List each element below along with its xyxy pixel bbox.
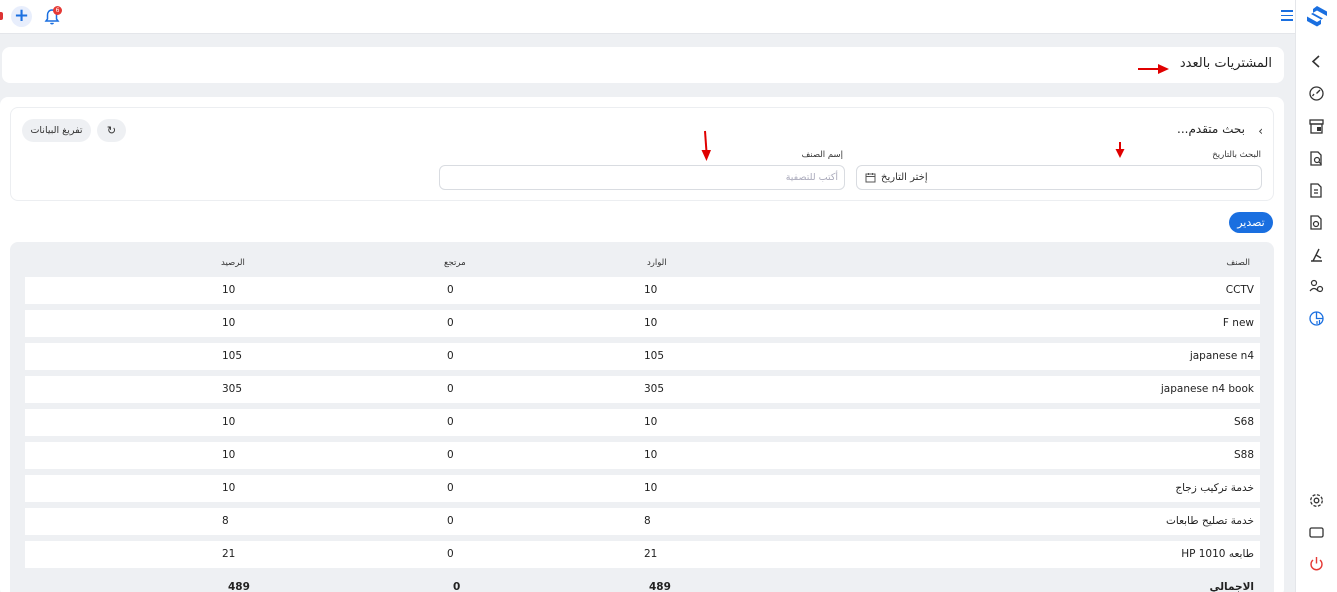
export-button[interactable]: تصدير xyxy=(1229,212,1273,233)
cell-item: S88 xyxy=(1233,449,1254,461)
sidebar xyxy=(1295,0,1337,592)
reports-icon[interactable] xyxy=(1308,310,1325,327)
totals-row: الاجمالي 489 0 489 xyxy=(25,579,1260,592)
cell-in: 10 xyxy=(644,449,658,461)
total-returned: 0 xyxy=(453,581,461,592)
page-title: المشتريات بالعدد xyxy=(1179,56,1272,71)
cell-item: خدمة تركيب زجاج xyxy=(1175,482,1254,494)
cell-item: F new xyxy=(1222,317,1254,329)
cell-item: S68 xyxy=(1233,416,1254,428)
cell-balance: 10 xyxy=(222,449,236,461)
table-row[interactable]: F new 10 0 10 xyxy=(25,310,1260,337)
clear-data-button[interactable]: تفريغ البيانات xyxy=(22,119,91,142)
store-icon[interactable] xyxy=(1308,118,1325,135)
filter-panel: ‹ بحث متقدم... البحث بالتاريخ إسم الصنف … xyxy=(10,107,1274,201)
app-logo[interactable] xyxy=(1305,5,1329,29)
title-card: المشتريات بالعدد xyxy=(2,47,1284,83)
chevron-left-icon[interactable] xyxy=(1308,53,1325,70)
cell-item: خدمة تصليح طابعات xyxy=(1165,515,1254,527)
table-row[interactable]: خدمة تصليح طابعات 8 0 8 xyxy=(25,508,1260,535)
total-label: الاجمالي xyxy=(1209,581,1254,592)
cell-returned: 0 xyxy=(447,383,454,395)
annotation-arrow-icon xyxy=(701,130,711,161)
cell-balance: 105 xyxy=(222,350,243,362)
cell-returned: 0 xyxy=(447,317,454,329)
total-balance: 489 xyxy=(228,581,250,592)
cell-item: japanese n4 xyxy=(1189,350,1254,362)
users-icon[interactable] xyxy=(1308,278,1325,295)
total-in: 489 xyxy=(649,581,671,592)
power-icon[interactable] xyxy=(1308,555,1325,572)
dashboard-icon[interactable] xyxy=(1308,85,1325,102)
cell-in: 10 xyxy=(644,482,658,494)
table-row[interactable]: japanese n4 105 0 105 xyxy=(25,343,1260,370)
tools-icon[interactable] xyxy=(1308,246,1325,263)
cell-returned: 0 xyxy=(447,416,454,428)
refresh-icon: ↻ xyxy=(106,124,117,137)
cell-balance: 10 xyxy=(222,482,236,494)
cell-in: 10 xyxy=(644,416,658,428)
cell-balance: 10 xyxy=(222,284,236,296)
column-header-in: الوارد xyxy=(647,258,667,268)
data-table: الصنف الوارد مرتجع الرصيد CCTV 10 0 10 F… xyxy=(10,242,1274,592)
cell-balance: 10 xyxy=(222,317,236,329)
column-header-returned: مرتجع xyxy=(444,258,466,268)
advanced-search-toggle[interactable]: بحث متقدم... xyxy=(1177,122,1245,136)
cell-balance: 21 xyxy=(222,548,236,560)
cell-returned: 0 xyxy=(447,284,454,296)
cell-returned: 0 xyxy=(447,482,454,494)
window-icon[interactable] xyxy=(1308,524,1325,541)
notification-badge: 6 xyxy=(53,6,62,15)
document-icon[interactable] xyxy=(1308,214,1325,231)
plus-icon: + xyxy=(13,5,30,26)
cell-in: 10 xyxy=(644,284,658,296)
column-header-balance: الرصيد xyxy=(221,258,245,268)
table-row[interactable]: طابعه HP 1010 21 0 21 xyxy=(25,541,1260,568)
main-card: ‹ بحث متقدم... البحث بالتاريخ إسم الصنف … xyxy=(0,97,1284,592)
item-placeholder: أكتب للتصفية xyxy=(785,172,838,183)
cell-balance: 305 xyxy=(222,383,243,395)
date-label: البحث بالتاريخ xyxy=(1212,150,1261,160)
table-row[interactable]: japanese n4 book 305 0 305 xyxy=(25,376,1260,403)
cell-balance: 8 xyxy=(222,515,229,527)
cell-in: 305 xyxy=(644,383,665,395)
refresh-button[interactable]: ↻ xyxy=(97,119,126,142)
cell-returned: 0 xyxy=(447,350,454,362)
table-row[interactable]: S68 10 0 10 xyxy=(25,409,1260,436)
cell-balance: 10 xyxy=(222,416,236,428)
cell-returned: 0 xyxy=(447,449,454,461)
add-button[interactable]: + xyxy=(11,6,32,27)
item-label: إسم الصنف xyxy=(801,150,843,160)
settings-icon[interactable] xyxy=(1308,492,1325,509)
table-row[interactable]: خدمة تركيب زجاج 10 0 10 xyxy=(25,475,1260,502)
edge-indicator xyxy=(0,12,3,20)
annotation-arrow-icon xyxy=(1115,142,1125,158)
table-row[interactable]: S88 10 0 10 xyxy=(25,442,1260,469)
top-bar: + 6 xyxy=(0,0,1295,34)
cell-item: CCTV xyxy=(1225,284,1254,296)
date-placeholder: إختر التاريخ xyxy=(881,172,928,183)
cell-in: 8 xyxy=(644,515,651,527)
item-filter-input[interactable]: أكتب للتصفية xyxy=(439,165,845,190)
cell-in: 10 xyxy=(644,317,658,329)
cell-item: japanese n4 book xyxy=(1160,383,1254,395)
date-picker[interactable]: إختر التاريخ xyxy=(856,165,1262,190)
chevron-left-icon[interactable]: ‹ xyxy=(1258,124,1263,138)
invoice-icon[interactable] xyxy=(1308,182,1325,199)
cell-returned: 0 xyxy=(447,548,454,560)
cell-in: 21 xyxy=(644,548,658,560)
table-row[interactable]: CCTV 10 0 10 xyxy=(25,277,1260,304)
column-header-item: الصنف xyxy=(1226,258,1250,268)
cell-returned: 0 xyxy=(447,515,454,527)
calendar-icon xyxy=(865,173,876,183)
search-doc-icon[interactable] xyxy=(1308,150,1325,167)
annotation-arrow-icon xyxy=(1138,64,1169,74)
cell-item: طابعه HP 1010 xyxy=(1181,548,1254,560)
menu-icon[interactable] xyxy=(1281,10,1293,22)
cell-in: 105 xyxy=(644,350,665,362)
